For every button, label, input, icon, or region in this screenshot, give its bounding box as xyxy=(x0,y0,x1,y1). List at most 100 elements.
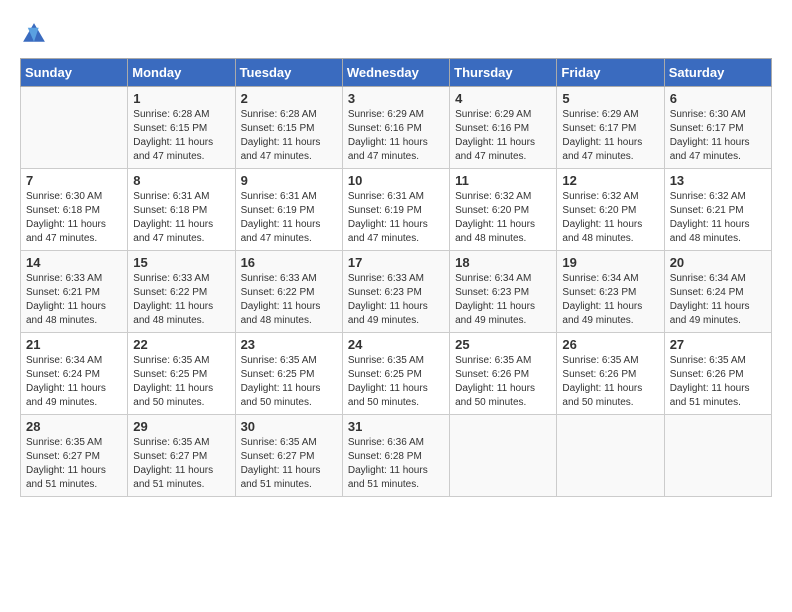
calendar-cell xyxy=(557,415,664,497)
calendar-cell: 2 Sunrise: 6:28 AMSunset: 6:15 PMDayligh… xyxy=(235,87,342,169)
day-number: 2 xyxy=(241,91,337,106)
day-info: Sunrise: 6:35 AMSunset: 6:27 PMDaylight:… xyxy=(133,436,229,492)
calendar-cell: 25 Sunrise: 6:35 AMSunset: 6:26 PMDaylig… xyxy=(450,333,557,415)
day-number: 4 xyxy=(455,91,551,106)
day-info: Sunrise: 6:29 AMSunset: 6:16 PMDaylight:… xyxy=(348,108,444,164)
day-number: 11 xyxy=(455,173,551,188)
day-number: 1 xyxy=(133,91,229,106)
day-number: 30 xyxy=(241,419,337,434)
calendar-cell: 31 Sunrise: 6:36 AMSunset: 6:28 PMDaylig… xyxy=(342,415,449,497)
calendar-cell xyxy=(664,415,771,497)
calendar-cell: 19 Sunrise: 6:34 AMSunset: 6:23 PMDaylig… xyxy=(557,251,664,333)
calendar-cell: 4 Sunrise: 6:29 AMSunset: 6:16 PMDayligh… xyxy=(450,87,557,169)
calendar-cell: 14 Sunrise: 6:33 AMSunset: 6:21 PMDaylig… xyxy=(21,251,128,333)
day-info: Sunrise: 6:32 AMSunset: 6:20 PMDaylight:… xyxy=(562,190,658,246)
calendar-cell: 17 Sunrise: 6:33 AMSunset: 6:23 PMDaylig… xyxy=(342,251,449,333)
day-info: Sunrise: 6:30 AMSunset: 6:17 PMDaylight:… xyxy=(670,108,766,164)
day-info: Sunrise: 6:33 AMSunset: 6:22 PMDaylight:… xyxy=(241,272,337,328)
logo xyxy=(20,20,52,48)
calendar-cell: 8 Sunrise: 6:31 AMSunset: 6:18 PMDayligh… xyxy=(128,169,235,251)
day-number: 18 xyxy=(455,255,551,270)
day-number: 3 xyxy=(348,91,444,106)
calendar-cell: 3 Sunrise: 6:29 AMSunset: 6:16 PMDayligh… xyxy=(342,87,449,169)
day-number: 6 xyxy=(670,91,766,106)
calendar-cell: 18 Sunrise: 6:34 AMSunset: 6:23 PMDaylig… xyxy=(450,251,557,333)
day-info: Sunrise: 6:29 AMSunset: 6:17 PMDaylight:… xyxy=(562,108,658,164)
day-info: Sunrise: 6:33 AMSunset: 6:21 PMDaylight:… xyxy=(26,272,122,328)
calendar-cell: 12 Sunrise: 6:32 AMSunset: 6:20 PMDaylig… xyxy=(557,169,664,251)
day-info: Sunrise: 6:32 AMSunset: 6:20 PMDaylight:… xyxy=(455,190,551,246)
calendar-week-4: 21 Sunrise: 6:34 AMSunset: 6:24 PMDaylig… xyxy=(21,333,772,415)
weekday-header-friday: Friday xyxy=(557,59,664,87)
day-info: Sunrise: 6:31 AMSunset: 6:19 PMDaylight:… xyxy=(348,190,444,246)
day-info: Sunrise: 6:35 AMSunset: 6:25 PMDaylight:… xyxy=(241,354,337,410)
calendar-cell: 10 Sunrise: 6:31 AMSunset: 6:19 PMDaylig… xyxy=(342,169,449,251)
calendar-cell: 28 Sunrise: 6:35 AMSunset: 6:27 PMDaylig… xyxy=(21,415,128,497)
day-number: 21 xyxy=(26,337,122,352)
calendar-cell: 26 Sunrise: 6:35 AMSunset: 6:26 PMDaylig… xyxy=(557,333,664,415)
day-number: 31 xyxy=(348,419,444,434)
calendar-week-5: 28 Sunrise: 6:35 AMSunset: 6:27 PMDaylig… xyxy=(21,415,772,497)
day-number: 19 xyxy=(562,255,658,270)
day-number: 15 xyxy=(133,255,229,270)
weekday-header-wednesday: Wednesday xyxy=(342,59,449,87)
calendar-cell xyxy=(21,87,128,169)
day-info: Sunrise: 6:35 AMSunset: 6:25 PMDaylight:… xyxy=(133,354,229,410)
day-info: Sunrise: 6:34 AMSunset: 6:24 PMDaylight:… xyxy=(26,354,122,410)
page-header xyxy=(20,20,772,48)
day-info: Sunrise: 6:34 AMSunset: 6:23 PMDaylight:… xyxy=(562,272,658,328)
day-number: 7 xyxy=(26,173,122,188)
day-info: Sunrise: 6:29 AMSunset: 6:16 PMDaylight:… xyxy=(455,108,551,164)
weekday-header-sunday: Sunday xyxy=(21,59,128,87)
day-info: Sunrise: 6:36 AMSunset: 6:28 PMDaylight:… xyxy=(348,436,444,492)
calendar-cell: 24 Sunrise: 6:35 AMSunset: 6:25 PMDaylig… xyxy=(342,333,449,415)
logo-icon xyxy=(20,20,48,48)
day-number: 9 xyxy=(241,173,337,188)
day-info: Sunrise: 6:31 AMSunset: 6:18 PMDaylight:… xyxy=(133,190,229,246)
calendar-cell: 29 Sunrise: 6:35 AMSunset: 6:27 PMDaylig… xyxy=(128,415,235,497)
day-info: Sunrise: 6:28 AMSunset: 6:15 PMDaylight:… xyxy=(133,108,229,164)
calendar-cell: 21 Sunrise: 6:34 AMSunset: 6:24 PMDaylig… xyxy=(21,333,128,415)
calendar-week-3: 14 Sunrise: 6:33 AMSunset: 6:21 PMDaylig… xyxy=(21,251,772,333)
day-number: 8 xyxy=(133,173,229,188)
calendar-table: SundayMondayTuesdayWednesdayThursdayFrid… xyxy=(20,58,772,497)
day-info: Sunrise: 6:33 AMSunset: 6:22 PMDaylight:… xyxy=(133,272,229,328)
calendar-cell: 27 Sunrise: 6:35 AMSunset: 6:26 PMDaylig… xyxy=(664,333,771,415)
day-number: 27 xyxy=(670,337,766,352)
calendar-cell: 15 Sunrise: 6:33 AMSunset: 6:22 PMDaylig… xyxy=(128,251,235,333)
day-number: 24 xyxy=(348,337,444,352)
calendar-cell: 13 Sunrise: 6:32 AMSunset: 6:21 PMDaylig… xyxy=(664,169,771,251)
calendar-cell xyxy=(450,415,557,497)
calendar-cell: 16 Sunrise: 6:33 AMSunset: 6:22 PMDaylig… xyxy=(235,251,342,333)
day-info: Sunrise: 6:35 AMSunset: 6:27 PMDaylight:… xyxy=(241,436,337,492)
calendar-cell: 30 Sunrise: 6:35 AMSunset: 6:27 PMDaylig… xyxy=(235,415,342,497)
day-info: Sunrise: 6:35 AMSunset: 6:26 PMDaylight:… xyxy=(455,354,551,410)
day-number: 16 xyxy=(241,255,337,270)
calendar-cell: 20 Sunrise: 6:34 AMSunset: 6:24 PMDaylig… xyxy=(664,251,771,333)
day-number: 5 xyxy=(562,91,658,106)
day-number: 13 xyxy=(670,173,766,188)
day-info: Sunrise: 6:31 AMSunset: 6:19 PMDaylight:… xyxy=(241,190,337,246)
calendar-cell: 22 Sunrise: 6:35 AMSunset: 6:25 PMDaylig… xyxy=(128,333,235,415)
day-info: Sunrise: 6:32 AMSunset: 6:21 PMDaylight:… xyxy=(670,190,766,246)
day-info: Sunrise: 6:35 AMSunset: 6:26 PMDaylight:… xyxy=(562,354,658,410)
weekday-header-tuesday: Tuesday xyxy=(235,59,342,87)
day-number: 14 xyxy=(26,255,122,270)
calendar-cell: 5 Sunrise: 6:29 AMSunset: 6:17 PMDayligh… xyxy=(557,87,664,169)
day-info: Sunrise: 6:34 AMSunset: 6:24 PMDaylight:… xyxy=(670,272,766,328)
calendar-week-2: 7 Sunrise: 6:30 AMSunset: 6:18 PMDayligh… xyxy=(21,169,772,251)
weekday-header-row: SundayMondayTuesdayWednesdayThursdayFrid… xyxy=(21,59,772,87)
weekday-header-monday: Monday xyxy=(128,59,235,87)
calendar-cell: 7 Sunrise: 6:30 AMSunset: 6:18 PMDayligh… xyxy=(21,169,128,251)
day-number: 25 xyxy=(455,337,551,352)
calendar-cell: 11 Sunrise: 6:32 AMSunset: 6:20 PMDaylig… xyxy=(450,169,557,251)
day-info: Sunrise: 6:30 AMSunset: 6:18 PMDaylight:… xyxy=(26,190,122,246)
day-number: 20 xyxy=(670,255,766,270)
day-number: 12 xyxy=(562,173,658,188)
calendar-cell: 9 Sunrise: 6:31 AMSunset: 6:19 PMDayligh… xyxy=(235,169,342,251)
day-number: 26 xyxy=(562,337,658,352)
day-info: Sunrise: 6:35 AMSunset: 6:25 PMDaylight:… xyxy=(348,354,444,410)
calendar-week-1: 1 Sunrise: 6:28 AMSunset: 6:15 PMDayligh… xyxy=(21,87,772,169)
weekday-header-saturday: Saturday xyxy=(664,59,771,87)
day-number: 29 xyxy=(133,419,229,434)
